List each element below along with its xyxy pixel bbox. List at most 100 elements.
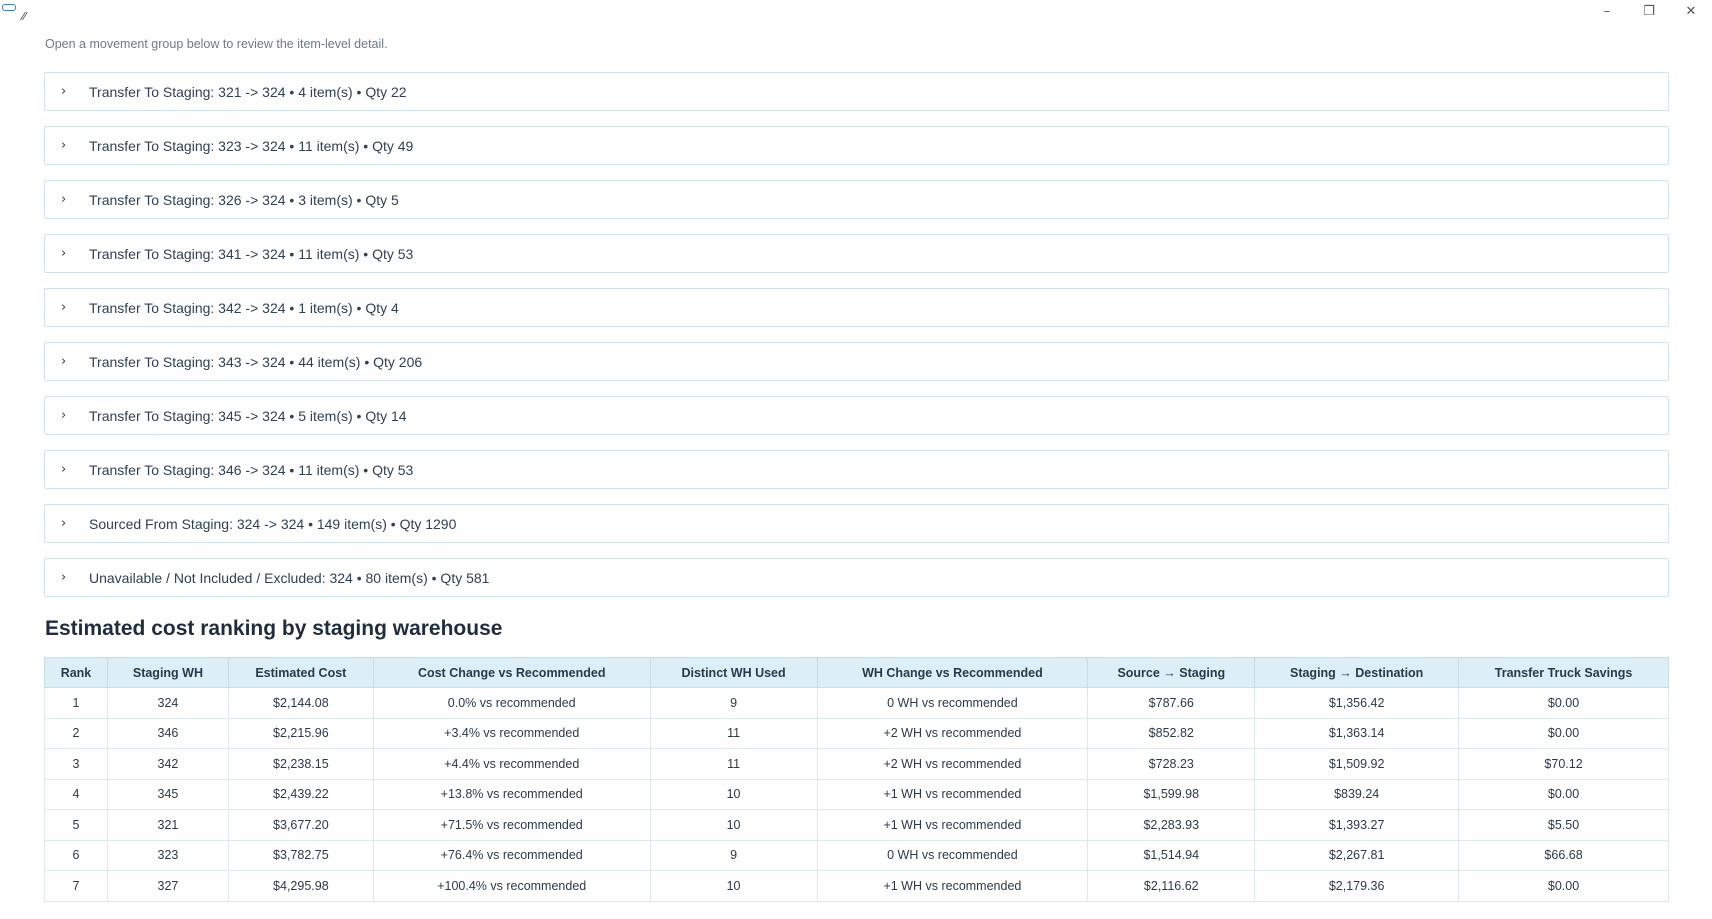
close-icon[interactable]: ✕ (1670, 0, 1712, 22)
table-cell: $5.50 (1458, 809, 1669, 841)
table-cell: +76.4% vs recommended (372, 839, 651, 871)
table-cell: +3.4% vs recommended (372, 717, 651, 749)
table-cell: $4,295.98 (227, 870, 374, 902)
table-cell: 2 (44, 717, 108, 749)
table-cell: $1,514.94 (1087, 839, 1256, 871)
table-cell: $2,439.22 (227, 778, 374, 810)
expander-label: Transfer To Staging: 321 -> 324 • 4 item… (89, 83, 407, 100)
window-controls: – ❐ ✕ (1586, 0, 1712, 22)
table-cell: $0.00 (1458, 778, 1669, 810)
table-cell: $2,179.36 (1254, 870, 1460, 902)
table-cell: 345 (106, 778, 229, 810)
table-cell: +100.4% vs recommended (372, 870, 651, 902)
table-cell: 3 (44, 748, 108, 780)
table-cell: +2 WH vs recommended (816, 717, 1089, 749)
expander-label: Transfer To Staging: 346 -> 324 • 11 ite… (89, 461, 414, 478)
column-header[interactable]: Source → Staging (1087, 657, 1256, 688)
column-header[interactable]: Staging WH (106, 657, 229, 688)
table-cell: 4 (44, 778, 108, 810)
table-cell: $787.66 (1087, 687, 1256, 719)
app-icon (2, 4, 16, 11)
table-cell: 321 (106, 809, 229, 841)
chevron-right-icon: › (61, 300, 67, 315)
table-row: 6 323 $3,782.75 +76.4% vs recommended 9 0 WH … (44, 839, 1669, 871)
table-row: 2 346 $2,215.96 +3.4% vs recommended 11 +2 WH… (44, 717, 1669, 749)
table-row: 4 345 $2,439.22 +13.8% vs recommended 10 +1 W… (44, 778, 1669, 810)
table-cell: 1 (44, 687, 108, 719)
table-cell: $2,283.93 (1087, 809, 1256, 841)
chevron-right-icon: › (61, 516, 67, 531)
expander-label: Unavailable / Not Included / Excluded: 3… (89, 569, 490, 586)
column-header[interactable]: Distinct WH Used (649, 657, 818, 688)
column-header[interactable]: Cost Change vs Recommended (372, 657, 651, 688)
table-row: 1 324 $2,144.08 0.0% vs recommended 9 0 WH vs… (44, 687, 1669, 719)
minimize-icon[interactable]: – (1586, 0, 1628, 22)
restore-icon[interactable]: ❐ (1628, 0, 1670, 22)
table-cell: 10 (649, 778, 818, 810)
expander-group[interactable]: › Sourced From Staging: 324 -> 324 • 149 … (44, 504, 1669, 543)
expander-label: Transfer To Staging: 342 -> 324 • 1 item… (89, 299, 399, 316)
table-cell: $2,215.96 (227, 717, 374, 749)
title-bar: ⁄⁄ – ❐ ✕ (0, 0, 1712, 23)
table-cell: $0.00 (1458, 687, 1669, 719)
table-row: 7 327 $4,295.98 +100.4% vs recommended 10 +1 … (44, 870, 1669, 902)
expander-group[interactable]: › Transfer To Staging: 341 -> 324 • 11 it… (44, 234, 1669, 273)
table-header-row: Rank Staging WH Estimated Cost Cost Chan… (44, 657, 1669, 688)
table-cell: 327 (106, 870, 229, 902)
cost-ranking-table: Rank Staging WH Estimated Cost Cost Chan… (44, 657, 1669, 902)
table-cell: +2 WH vs recommended (816, 748, 1089, 780)
table-cell: +1 WH vs recommended (816, 809, 1089, 841)
expander-group[interactable]: › Transfer To Staging: 346 -> 324 • 11 it… (44, 450, 1669, 489)
chevron-right-icon: › (61, 84, 67, 99)
expander-group[interactable]: › Transfer To Staging: 345 -> 324 • 5 ite… (44, 396, 1669, 435)
expander-group[interactable]: › Unavailable / Not Included / Excluded: … (44, 558, 1669, 597)
table-cell: +13.8% vs recommended (372, 778, 651, 810)
table-cell: 323 (106, 839, 229, 871)
expander-label: Transfer To Staging: 341 -> 324 • 11 ite… (89, 245, 414, 262)
table-cell: $0.00 (1458, 717, 1669, 749)
chevron-right-icon: › (61, 138, 67, 153)
chevron-right-icon: › (61, 192, 67, 207)
table-cell: $1,509.92 (1254, 748, 1460, 780)
chevron-right-icon: › (61, 570, 67, 585)
table-cell: 346 (106, 717, 229, 749)
table-cell: 11 (649, 717, 818, 749)
table-cell: $2,144.08 (227, 687, 374, 719)
table-cell: 11 (649, 748, 818, 780)
chevron-right-icon: › (61, 462, 67, 477)
table-cell: $2,238.15 (227, 748, 374, 780)
table-cell: 5 (44, 809, 108, 841)
expander-group[interactable]: › Transfer To Staging: 343 -> 324 • 44 it… (44, 342, 1669, 381)
column-header[interactable]: WH Change vs Recommended (816, 657, 1089, 688)
intro-text: Open a movement group below to review th… (45, 37, 388, 51)
column-header[interactable]: Staging → Destination (1254, 657, 1460, 688)
table-cell: $2,116.62 (1087, 870, 1256, 902)
table-cell: +1 WH vs recommended (816, 778, 1089, 810)
table-cell: +4.4% vs recommended (372, 748, 651, 780)
expander-group[interactable]: › Transfer To Staging: 323 -> 324 • 11 it… (44, 126, 1669, 165)
table-cell: 342 (106, 748, 229, 780)
table-cell: 0 WH vs recommended (816, 687, 1089, 719)
chevron-right-icon: › (61, 246, 67, 261)
chevron-right-icon: › (61, 354, 67, 369)
expander-group[interactable]: › Transfer To Staging: 342 -> 324 • 1 ite… (44, 288, 1669, 327)
table-cell: $1,393.27 (1254, 809, 1460, 841)
expander-group[interactable]: › Transfer To Staging: 321 -> 324 • 4 ite… (44, 72, 1669, 111)
table-cell: $3,782.75 (227, 839, 374, 871)
table-cell: $1,599.98 (1087, 778, 1256, 810)
table-cell: $66.68 (1458, 839, 1669, 871)
expander-label: Sourced From Staging: 324 -> 324 • 149 i… (89, 515, 457, 532)
movement-groups: › Transfer To Staging: 321 -> 324 • 4 ite… (44, 72, 1669, 612)
table-cell: 6 (44, 839, 108, 871)
column-header[interactable]: Rank (44, 657, 108, 688)
table-cell: $1,363.14 (1254, 717, 1460, 749)
expander-group[interactable]: › Transfer To Staging: 326 -> 324 • 3 ite… (44, 180, 1669, 219)
table-cell: 10 (649, 809, 818, 841)
expander-label: Transfer To Staging: 343 -> 324 • 44 ite… (89, 353, 423, 370)
column-header[interactable]: Estimated Cost (227, 657, 374, 688)
table-row: 5 321 $3,677.20 +71.5% vs recommended 10 +1 W… (44, 809, 1669, 841)
column-header[interactable]: Transfer Truck Savings (1458, 657, 1669, 688)
table-cell: $0.00 (1458, 870, 1669, 902)
section-title: Estimated cost ranking by staging wareho… (45, 617, 503, 640)
table-cell: 9 (649, 687, 818, 719)
